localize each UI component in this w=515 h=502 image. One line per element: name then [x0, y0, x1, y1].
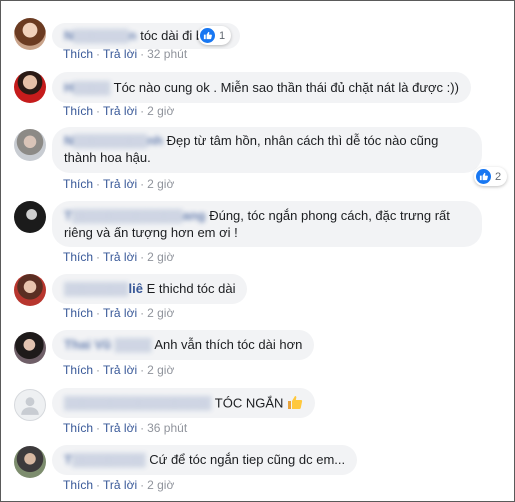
comment-bubble: T▒▒▒▒▒▒▒▒▒▒▒▒ang Đúng, tóc ngắn phong cá… — [52, 201, 482, 247]
comment-author[interactable]: Thai Vũ ▒▒▒▒ — [64, 337, 151, 352]
avatar[interactable] — [14, 71, 46, 103]
comment-actions: Thích · Trả lời · 2 giờ — [63, 250, 175, 264]
comment-time[interactable]: 2 giờ — [147, 250, 174, 264]
comment-actions: Thích · Trả lời · 2 giờ — [63, 177, 175, 191]
comment-actions: Thích · Trả lời · 32 phút — [63, 47, 188, 61]
like-icon — [200, 28, 215, 43]
comment-text: Cứ để tóc ngắn tiep cũng dc em... — [149, 452, 346, 467]
reaction-count[interactable]: 2 — [474, 167, 508, 186]
like-link[interactable]: Thích — [63, 306, 93, 320]
avatar[interactable] — [14, 274, 46, 306]
comment-bubble: T▒▒▒▒▒▒▒▒ Cứ để tóc ngắn tiep cũng dc em… — [52, 445, 358, 475]
like-icon — [476, 169, 491, 184]
like-link[interactable]: Thích — [63, 104, 93, 118]
comment-time[interactable]: 32 phút — [147, 47, 187, 61]
reply-link[interactable]: Trả lời — [103, 177, 137, 191]
comment-actions: Thích · Trả lời · 36 phút — [63, 421, 188, 435]
avatar[interactable] — [14, 332, 46, 364]
comments-panel: N▒▒▒▒▒▒n tóc dài đi bà 1 Thích · Trả lời · 3… — [0, 0, 515, 502]
comment-actions: Thích · Trả lời · 2 giờ — [63, 104, 175, 118]
avatar[interactable] — [14, 446, 46, 478]
like-link[interactable]: Thích — [63, 47, 93, 61]
comment-author[interactable]: N▒▒▒▒▒▒▒▒nh — [64, 133, 163, 148]
comment-time[interactable]: 2 giờ — [147, 177, 174, 191]
comment-actions: Thích · Trả lời · 2 giờ — [63, 306, 175, 320]
comment-actions: Thích · Trả lời · 2 giờ — [63, 478, 175, 492]
reply-link[interactable]: Trả lời — [103, 478, 137, 492]
comment-author[interactable]: H▒▒▒▒ — [64, 80, 110, 95]
reply-link[interactable]: Trả lời — [103, 47, 137, 61]
reply-link[interactable]: Trả lời — [103, 363, 137, 377]
comment-bubble: H▒▒▒▒ Tóc nào cung ok . Miễn sao thần th… — [52, 72, 471, 103]
comment-time[interactable]: 2 giờ — [147, 363, 174, 377]
reaction-number: 1 — [219, 29, 226, 42]
avatar[interactable] — [14, 389, 46, 421]
avatar[interactable] — [14, 18, 46, 50]
comment-author[interactable]: ▒▒▒▒▒▒▒▒▒▒▒▒▒▒▒▒ — [64, 395, 211, 410]
like-link[interactable]: Thích — [63, 250, 93, 264]
reply-link[interactable]: Trả lời — [103, 306, 137, 320]
comment-bubble: ▒▒▒▒▒▒▒liê E thichd tóc dài — [52, 274, 248, 304]
comment-time[interactable]: 36 phút — [147, 421, 187, 435]
comment-time[interactable]: 2 giờ — [147, 104, 174, 118]
like-link[interactable]: Thích — [63, 363, 93, 377]
reply-link[interactable]: Trả lời — [103, 250, 137, 264]
comment-text: Anh vẫn thích tóc dài hơn — [154, 337, 303, 352]
comment-time[interactable]: 2 giờ — [147, 306, 174, 320]
comment-bubble: Thai Vũ ▒▒▒▒ Anh vẫn thích tóc dài hơn — [52, 330, 315, 360]
comment-text: Tóc nào cung ok . Miễn sao thần thái đủ … — [113, 80, 459, 95]
comment-bubble: N▒▒▒▒▒▒▒▒nh Đẹp từ tâm hồn, nhân cách th… — [52, 127, 482, 173]
comment-text: E thichd tóc dài — [146, 281, 236, 296]
reaction-count[interactable]: 1 — [198, 26, 232, 45]
like-link[interactable]: Thích — [63, 177, 93, 191]
reaction-number: 2 — [495, 170, 502, 183]
comment-time[interactable]: 2 giờ — [147, 478, 174, 492]
comment-author[interactable]: ▒▒▒▒▒▒▒ — [64, 281, 128, 296]
comment-author[interactable]: T▒▒▒▒▒▒▒▒ — [64, 452, 146, 467]
comment-author[interactable]: T▒▒▒▒▒▒▒▒▒▒▒▒ang — [64, 208, 206, 223]
comment-bubble: ▒▒▒▒▒▒▒▒▒▒▒▒▒▒▒▒ TÓC NGẮN — [52, 388, 316, 418]
avatar[interactable] — [14, 201, 46, 233]
comment-author[interactable]: N▒▒▒▒▒▒n — [64, 28, 137, 43]
comment-actions: Thích · Trả lời · 2 giờ — [63, 363, 175, 377]
comment-text: TÓC NGẮN — [214, 395, 284, 411]
avatar[interactable] — [14, 129, 46, 161]
reply-link[interactable]: Trả lời — [103, 421, 137, 435]
default-avatar-icon — [21, 397, 39, 415]
like-link[interactable]: Thích — [63, 478, 93, 492]
thumbs-up-emoji-icon — [287, 394, 303, 414]
reply-link[interactable]: Trả lời — [103, 104, 137, 118]
like-link[interactable]: Thích — [63, 421, 93, 435]
comment-author-suffix[interactable]: liê — [128, 281, 142, 296]
